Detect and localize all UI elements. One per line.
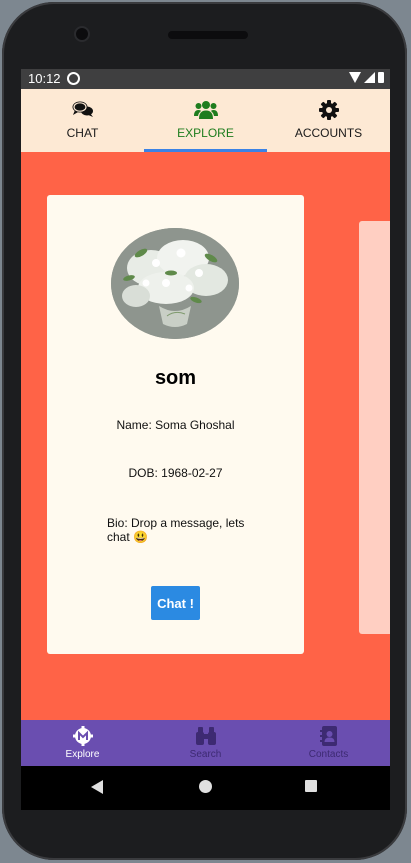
profile-dob: DOB: 1968-02-27: [128, 466, 223, 480]
home-icon[interactable]: [199, 780, 212, 793]
bottom-navigation: Explore Search Contacts: [21, 720, 390, 766]
profile-bio: Bio: Drop a message, lets chat 😃: [107, 516, 245, 544]
tab-explore[interactable]: EXPLORE: [144, 89, 267, 152]
battery-icon: [378, 72, 384, 83]
sync-status-icon: [67, 72, 80, 85]
comments-icon: [72, 101, 93, 117]
front-camera: [76, 28, 88, 40]
earpiece-speaker: [168, 31, 248, 39]
next-profile-card[interactable]: [359, 221, 390, 634]
users-icon: [193, 101, 218, 119]
profile-card[interactable]: som Name: Soma Ghoshal DOB: 1968-02-27 B…: [47, 195, 304, 654]
recent-apps-icon[interactable]: [305, 780, 317, 792]
status-bar: 10:12: [21, 69, 390, 89]
chat-button[interactable]: Chat !: [151, 586, 200, 620]
nav-label: Explore: [65, 749, 100, 760]
tab-label: EXPLORE: [177, 126, 234, 140]
binoculars-icon: [195, 727, 216, 745]
explore-icon: [72, 726, 93, 746]
contacts-icon: [319, 726, 337, 746]
profile-username: som: [154, 367, 197, 389]
phone-frame: 10:12 CHAT EXPLORE ACCOUNTS som Name: So…: [2, 2, 407, 860]
avatar: [111, 228, 239, 339]
explore-content[interactable]: som Name: Soma Ghoshal DOB: 1968-02-27 B…: [21, 152, 390, 720]
flower-photo-avatar: [111, 228, 239, 339]
status-time: 10:12: [28, 71, 61, 86]
back-icon[interactable]: [91, 780, 103, 794]
system-navigation-bar: [21, 766, 390, 810]
nav-explore[interactable]: Explore: [21, 720, 144, 766]
gear-icon: [318, 100, 339, 120]
top-tab-bar: CHAT EXPLORE ACCOUNTS: [21, 89, 390, 152]
nav-label: Search: [189, 749, 222, 760]
nav-contacts[interactable]: Contacts: [267, 720, 390, 766]
tab-label: ACCOUNTS: [294, 126, 363, 140]
nav-label: Contacts: [308, 749, 349, 760]
signal-icon: [364, 72, 375, 83]
tab-accounts[interactable]: ACCOUNTS: [267, 89, 390, 152]
status-icons: [349, 72, 384, 83]
profile-name: Name: Soma Ghoshal: [116, 418, 235, 432]
tab-chat[interactable]: CHAT: [21, 89, 144, 152]
wifi-icon: [349, 72, 361, 83]
screen: 10:12 CHAT EXPLORE ACCOUNTS som Name: So…: [21, 69, 390, 810]
nav-search[interactable]: Search: [144, 720, 267, 766]
tab-label: CHAT: [66, 126, 99, 140]
